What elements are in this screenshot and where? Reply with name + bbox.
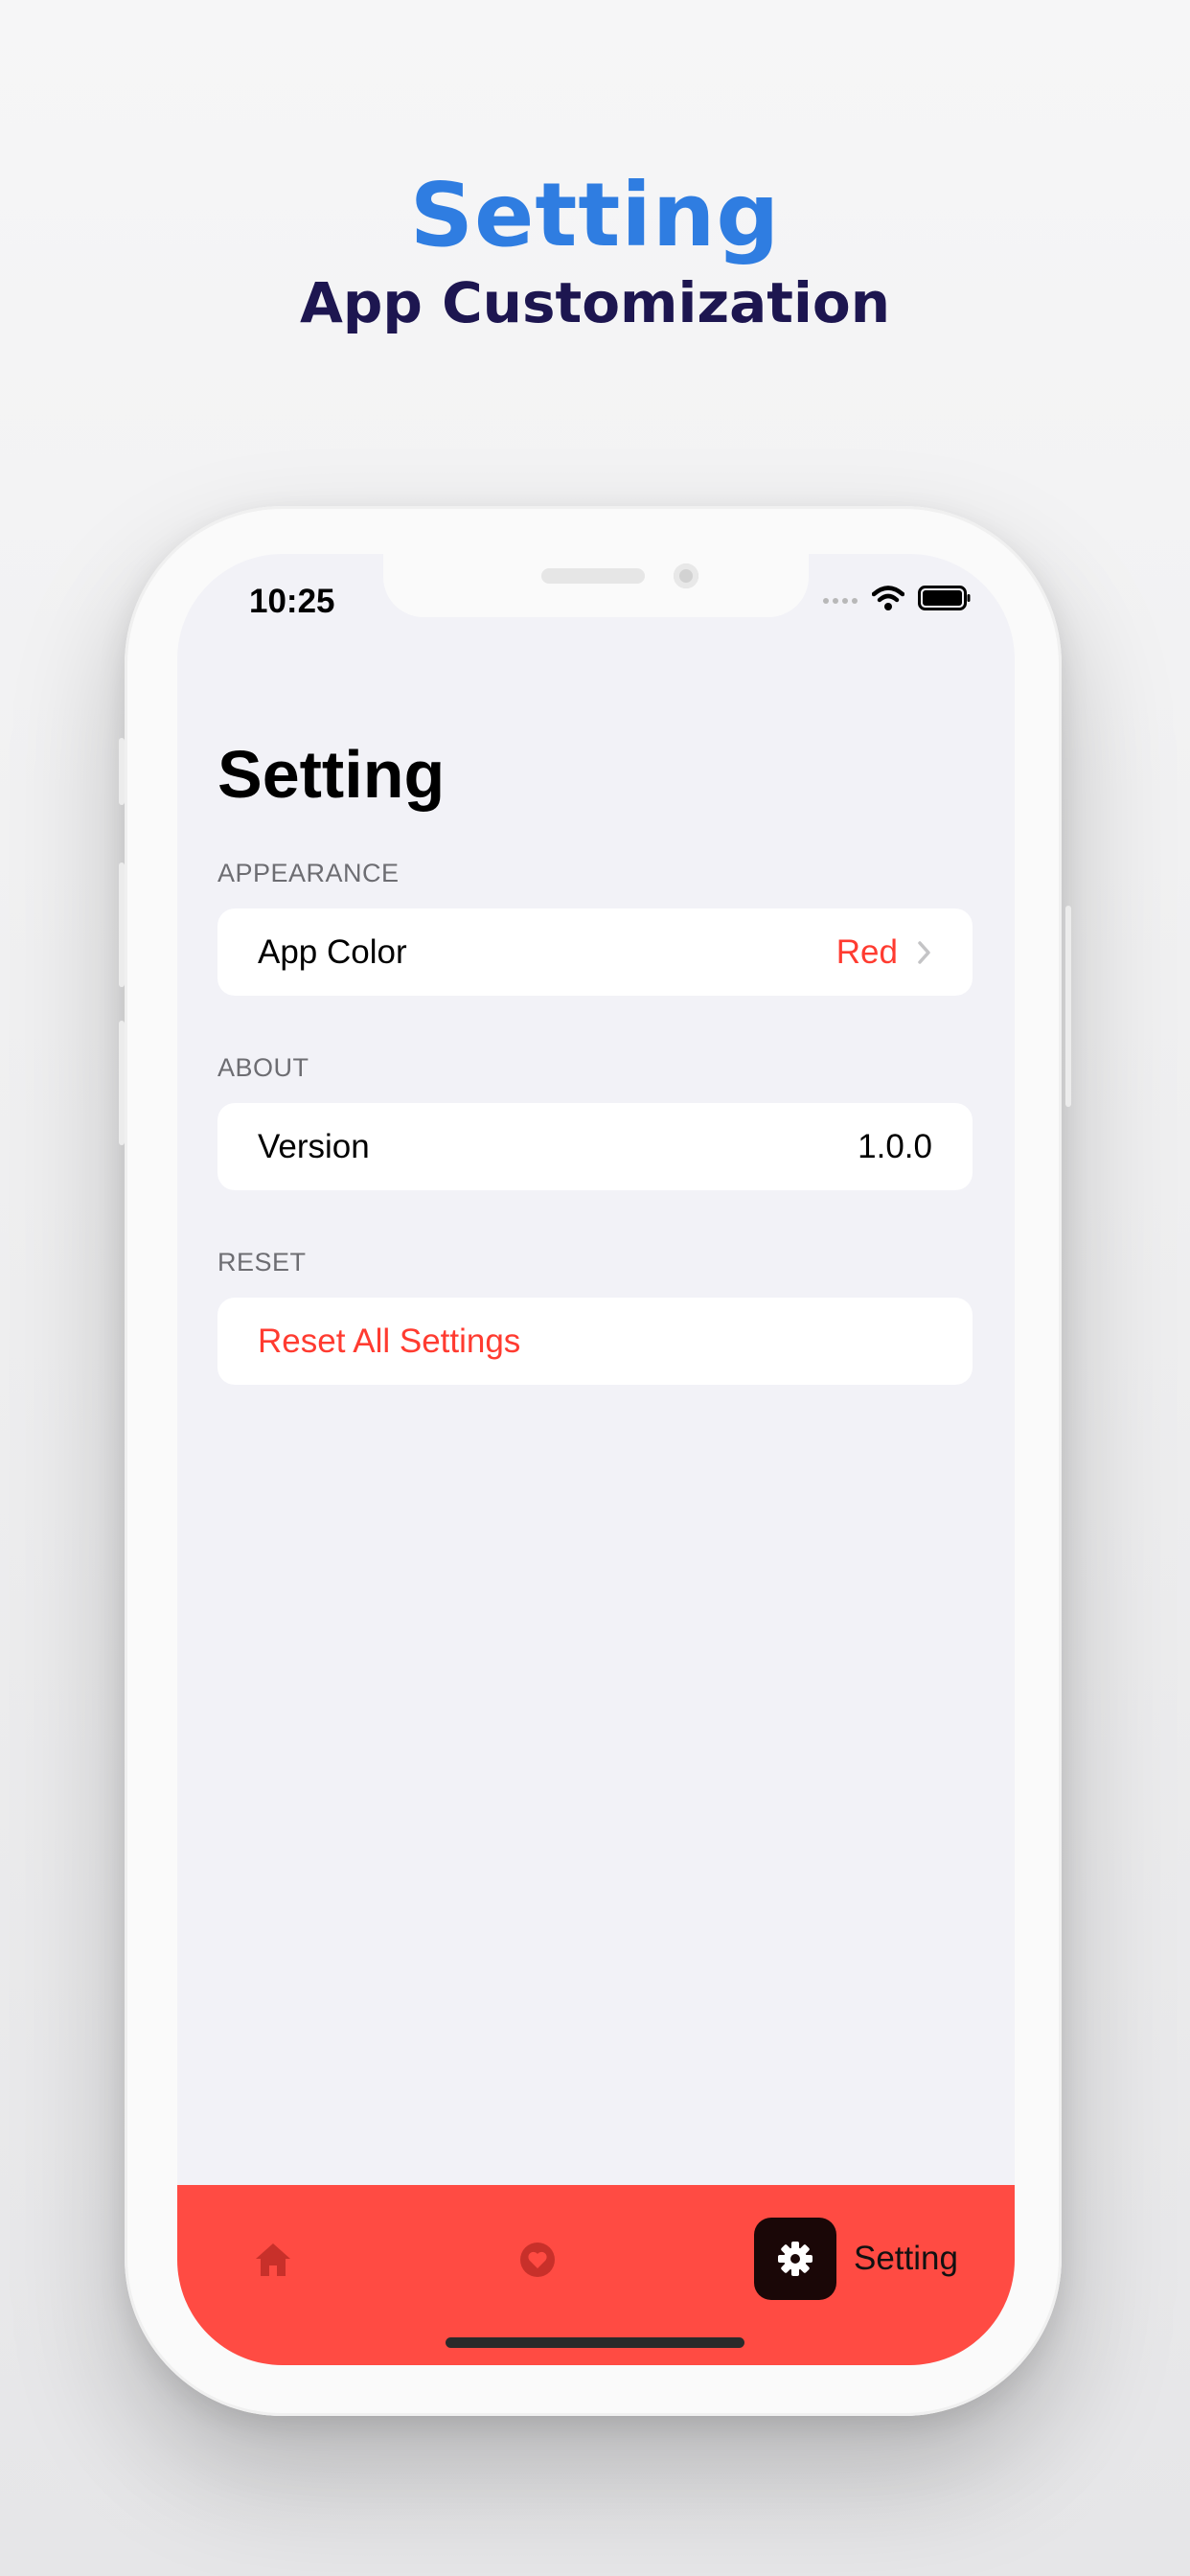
notch [383,554,809,617]
tab-home[interactable] [244,2231,302,2288]
home-icon [256,2243,290,2276]
tab-setting-label: Setting [854,2240,958,2277]
tab-setting-icon-box [754,2218,836,2300]
version-row: Version 1.0.0 [217,1103,973,1190]
section-header-reset: RESET [217,1248,307,1276]
side-button [119,862,125,987]
cellular-signal-icon [823,598,858,604]
section-header-about: ABOUT [217,1053,309,1082]
tab-bar: Setting [177,2185,1015,2365]
camera [674,564,698,588]
hero-title: Setting [409,164,781,266]
phone-screen: 10:25 Setting APPEARANCE App Color Red A… [177,554,1015,2365]
speaker [541,568,645,584]
heart-icon [520,2242,555,2277]
section-header-appearance: APPEARANCE [217,859,400,887]
version-label: Version [258,1127,370,1165]
page-title: Setting [217,737,446,812]
status-icons [822,585,972,611]
tab-setting[interactable]: Setting [754,2218,958,2300]
side-button [1065,906,1071,1107]
hero-subtitle: App Customization [299,270,891,335]
battery-icon [918,586,971,610]
wifi-icon [872,586,904,610]
app-color-row[interactable]: App Color Red [217,908,973,996]
version-value: 1.0.0 [858,1127,932,1165]
status-time: 10:25 [249,583,335,620]
side-button [119,1021,125,1145]
home-indicator [446,2337,744,2348]
app-color-label: App Color [258,932,407,971]
chevron-right-icon [917,940,932,965]
side-button [119,738,125,805]
tab-favorites[interactable] [509,2231,566,2288]
gear-icon [778,2242,812,2276]
app-color-value: Red [835,932,898,971]
reset-all-settings-label: Reset All Settings [258,1322,521,1360]
reset-all-settings-button[interactable]: Reset All Settings [217,1298,973,1385]
